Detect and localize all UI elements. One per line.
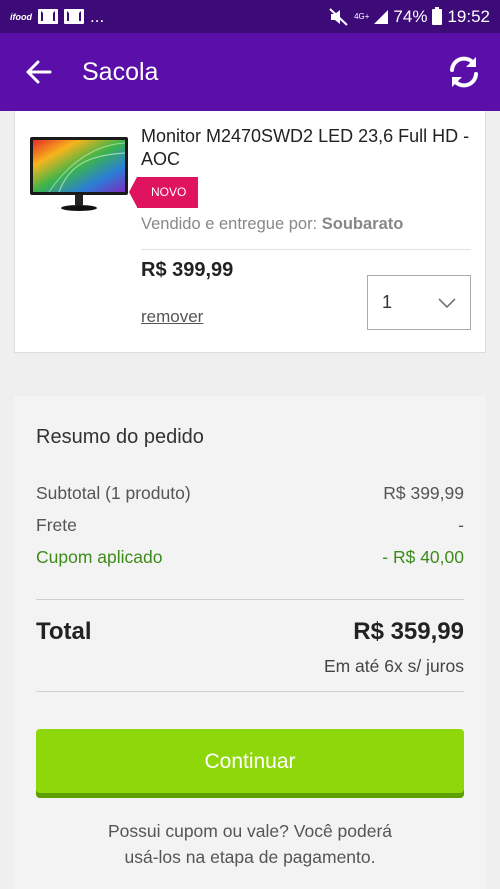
battery-icon <box>432 6 443 25</box>
seller-name: Soubarato <box>321 215 404 233</box>
shipping-value: - <box>458 515 464 535</box>
subtotal-row: Subtotal (1 produto) R$ 399,99 <box>36 483 464 504</box>
shipping-row: Frete - <box>36 515 464 536</box>
page-title: Sacola <box>82 57 159 86</box>
product-image[interactable] <box>29 135 129 213</box>
app-bar: Sacola <box>0 33 500 111</box>
refresh-icon[interactable] <box>444 52 484 92</box>
coupon-value: - R$ 40,00 <box>382 547 464 567</box>
seller-prefix: Vendido e entregue por: <box>141 215 318 233</box>
subtotal-label: Subtotal (1 produto) <box>36 483 191 503</box>
summary-title: Resumo do pedido <box>36 426 204 448</box>
clock: 19:52 <box>447 6 490 26</box>
divider <box>36 599 464 600</box>
coupon-note-line: Possui cupom ou vale? Você poderá <box>107 821 393 841</box>
arrow-left-icon[interactable] <box>24 57 54 87</box>
total-label: Total <box>36 618 92 645</box>
installments-text: Em até 6x s/ juros <box>323 656 464 676</box>
quantity-value: 1 <box>382 292 393 312</box>
total-value: R$ 359,99 <box>353 618 464 645</box>
more-notifications: ... <box>90 6 105 26</box>
coupon-row: Cupom aplicado - R$ 40,00 <box>36 547 464 568</box>
order-summary: Resumo do pedido Subtotal (1 produto) R$… <box>14 396 486 889</box>
new-badge: NOVO <box>128 177 199 208</box>
mail-icon <box>64 9 84 24</box>
chevron-down-icon <box>438 297 456 308</box>
mail-icon <box>38 9 58 24</box>
signal-icon <box>374 9 389 24</box>
divider <box>141 249 471 250</box>
status-bar: ifood ... 4G+ 74% 19:52 <box>0 0 500 33</box>
network-type: 4G+ <box>354 11 370 21</box>
coupon-note-line: usá-los na etapa de pagamento. <box>124 847 376 867</box>
ifood-notification-icon: ifood <box>10 11 32 22</box>
continue-button[interactable]: Continuar <box>36 729 464 798</box>
product-price: R$ 399,99 <box>141 259 234 281</box>
coupon-label: Cupom aplicado <box>36 547 163 567</box>
shipping-label: Frete <box>36 515 77 535</box>
quantity-select[interactable]: 1 <box>367 275 471 330</box>
mute-icon <box>329 7 348 26</box>
seller-info: Vendido e entregue por: Soubarato <box>141 215 403 234</box>
subtotal-value: R$ 399,99 <box>383 483 464 503</box>
divider <box>36 691 464 692</box>
cart-item-card: Monitor M2470SWD2 LED 23,6 Full HD - AOC… <box>14 111 486 353</box>
battery-percent: 74% <box>393 6 428 26</box>
remove-link[interactable]: remover <box>141 307 203 327</box>
product-name[interactable]: Monitor M2470SWD2 LED 23,6 Full HD - AOC <box>141 125 471 171</box>
coupon-note: Possui cupom ou vale? Você poderá usá-lo… <box>36 818 464 870</box>
